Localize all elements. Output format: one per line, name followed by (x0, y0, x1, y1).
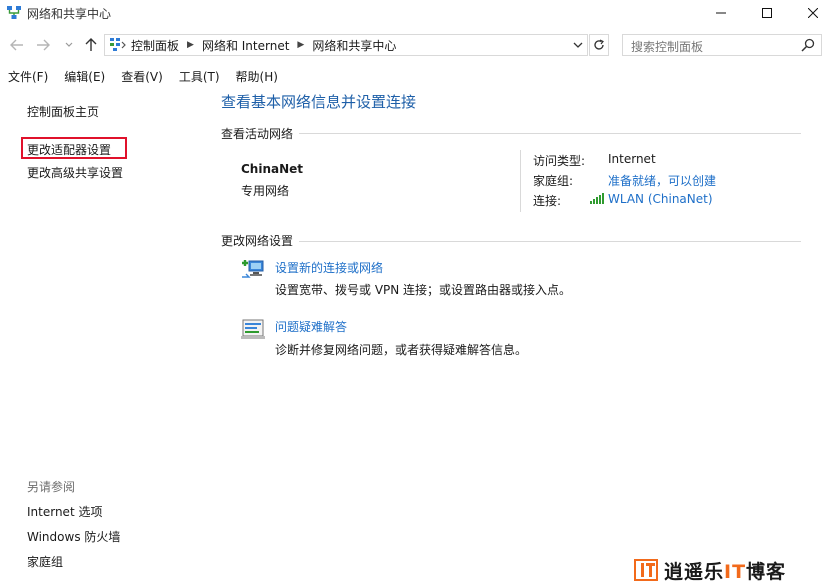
navigation-bar: 控制面板 ▶ 网络和 Internet ▶ 网络和共享中心 搜索控制面板 (0, 32, 836, 60)
homegroup-label: 家庭组: (533, 174, 574, 188)
maximize-button[interactable] (744, 0, 790, 26)
close-button[interactable] (790, 0, 836, 26)
menu-help[interactable]: 帮助(H) (228, 66, 286, 86)
blog-logo-icon (634, 559, 658, 581)
section-divider (299, 241, 801, 242)
connection-link[interactable]: WLAN (ChinaNet) (608, 192, 713, 206)
window-title: 网络和共享中心 (27, 7, 112, 21)
active-networks-heading: 查看活动网络 (221, 127, 294, 141)
breadcrumb-item[interactable]: 控制面板 (131, 37, 179, 54)
up-arrow-icon (85, 38, 97, 51)
breadcrumb-item[interactable]: 网络和 Internet (202, 37, 289, 54)
troubleshoot-link[interactable]: 问题疑难解答 (275, 318, 347, 335)
connection-label: 连接: (533, 194, 562, 208)
breadcrumb-separator-icon[interactable]: ▶ (297, 40, 304, 50)
menu-file[interactable]: 文件(F) (0, 66, 56, 86)
minimize-button[interactable] (698, 0, 744, 26)
title-bar: 网络和共享中心 (0, 0, 836, 26)
menu-tools[interactable]: 工具(T) (171, 66, 228, 86)
watermark: 逍遥乐IT博客 (634, 557, 818, 583)
troubleshoot-description: 诊断并修复网络问题，或者获得疑难解答信息。 (275, 343, 528, 357)
sidebar-link-internet-options[interactable]: Internet 选项 (27, 503, 102, 520)
search-placeholder: 搜索控制面板 (631, 40, 704, 54)
minimize-icon (716, 12, 726, 14)
sidebar-link-homegroup[interactable]: 家庭组 (27, 553, 63, 570)
wifi-signal-icon (590, 193, 604, 204)
refresh-icon (594, 39, 604, 50)
search-icon[interactable] (801, 38, 815, 52)
sidebar-link-windows-firewall[interactable]: Windows 防火墙 (27, 528, 120, 545)
access-type-label: 访问类型: (533, 154, 586, 168)
breadcrumb-item[interactable]: 网络和共享中心 (312, 37, 396, 54)
setup-connection-description: 设置宽带、拨号或 VPN 连接；或设置路由器或接入点。 (275, 283, 572, 297)
forward-arrow-icon (37, 39, 50, 51)
sidebar-link-control-panel-home[interactable]: 控制面板主页 (27, 103, 99, 120)
setup-connection-link[interactable]: 设置新的连接或网络 (275, 259, 383, 276)
network-divider (520, 150, 521, 212)
address-dropdown-icon[interactable] (573, 39, 583, 51)
breadcrumb: 控制面板 ▶ 网络和 Internet ▶ 网络和共享中心 (131, 35, 396, 55)
sidebar-link-advanced-sharing[interactable]: 更改高级共享设置 (27, 164, 123, 181)
maximize-icon (762, 8, 772, 18)
watermark-text-accent: IT (724, 560, 747, 583)
watermark-text-part2: 博客 (746, 560, 787, 583)
close-icon (808, 8, 818, 18)
recent-locations-button[interactable] (60, 36, 78, 54)
watermark-text-part1: 逍遥乐 (664, 560, 725, 583)
menu-edit[interactable]: 编辑(E) (56, 66, 113, 86)
change-settings-heading: 更改网络设置 (221, 234, 294, 248)
homegroup-link[interactable]: 准备就绪，可以创建 (608, 172, 716, 189)
back-button[interactable] (8, 36, 26, 54)
breadcrumb-separator-icon[interactable]: ▶ (187, 40, 194, 50)
access-type-value: Internet (608, 152, 656, 166)
troubleshoot-icon (241, 319, 265, 339)
menu-view[interactable]: 查看(V) (113, 66, 171, 86)
watermark-text: 逍遥乐IT博客 (664, 557, 786, 584)
refresh-button[interactable] (589, 34, 609, 56)
forward-button[interactable] (34, 36, 52, 54)
network-name: ChinaNet (241, 162, 304, 176)
new-connection-icon (242, 260, 264, 278)
up-button[interactable] (82, 36, 100, 54)
section-divider (299, 133, 801, 134)
control-panel-icon (110, 38, 126, 51)
address-bar[interactable]: 控制面板 ▶ 网络和 Internet ▶ 网络和共享中心 (104, 34, 588, 56)
page-title: 查看基本网络信息并设置连接 (221, 93, 417, 111)
see-also-heading: 另请参阅 (27, 480, 76, 494)
network-center-icon (7, 6, 21, 19)
sidebar-link-change-adapter-settings[interactable]: 更改适配器设置 (27, 141, 111, 158)
recent-dropdown-icon (65, 42, 73, 47)
menu-bar: 文件(F) 编辑(E) 查看(V) 工具(T) 帮助(H) (0, 66, 836, 86)
search-input[interactable]: 搜索控制面板 (622, 34, 822, 56)
back-arrow-icon (10, 39, 23, 51)
network-type: 专用网络 (241, 184, 290, 198)
